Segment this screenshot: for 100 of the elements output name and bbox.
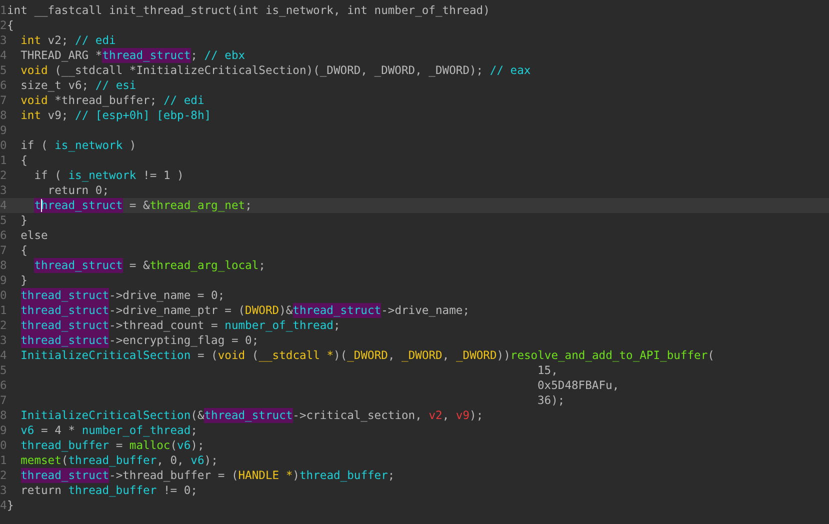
line-number: 6 (0, 78, 7, 93)
code-text: ; (190, 48, 198, 63)
code-text: ->drive_name = 0; (109, 288, 225, 303)
keyword: void (20, 93, 48, 108)
code-text: ( (170, 438, 178, 453)
code-text: ->thread_buffer = ( (109, 468, 238, 483)
line-number: 7 (0, 93, 7, 108)
identifier: v6 (20, 423, 34, 438)
code-text: , 0, (156, 453, 185, 468)
code-text: ) (128, 138, 136, 153)
function-name: malloc (129, 438, 170, 453)
line-number: 4 (0, 48, 7, 63)
line-number: 6 (0, 378, 7, 393)
comment: // ebx (204, 48, 246, 63)
line-number: 1 (0, 453, 7, 468)
variable: v2 (428, 408, 442, 423)
code-text: = 4 * (40, 423, 76, 438)
keyword: _DWORD (347, 348, 388, 363)
keyword: int (20, 33, 41, 48)
code-text: ->drive_name_ptr = ( (109, 303, 246, 318)
code-text: ( (61, 453, 68, 468)
line-number: 5 (0, 213, 7, 228)
code-text: return 0; (48, 183, 110, 198)
keyword: __stdcall * (258, 348, 334, 363)
code-text: ; (258, 258, 266, 273)
line-number: 2 (0, 18, 7, 33)
keyword: _DWORD (456, 348, 497, 363)
line-number: 8 (0, 258, 7, 273)
line-number: 0 (0, 438, 7, 453)
function-name: memset (20, 453, 62, 468)
highlighted-identifier: thread_struct (34, 258, 123, 273)
comment: // edi (75, 33, 116, 48)
line-number: 8 (0, 408, 7, 423)
highlighted-identifier: thread_struct (20, 333, 110, 348)
function-name: thread_arg_local (150, 258, 259, 273)
line-number: 3 (0, 183, 7, 198)
code-text: else (20, 228, 48, 243)
code-text: *thread_buffer; (54, 93, 158, 108)
code-text: THREAD_ARG * (20, 48, 102, 63)
line-number: 9 (0, 423, 7, 438)
code-text: , (442, 348, 450, 363)
code-text: return (20, 483, 62, 498)
highlighted-identifier: thread_struct (20, 468, 110, 483)
highlighted-identifier: thread_struct (102, 48, 191, 63)
code-text: { (7, 18, 14, 33)
code-text: )( (334, 348, 348, 363)
line-number: 4 (0, 348, 7, 363)
identifier: v6 (177, 438, 191, 453)
code-text: ->critical_section, (292, 408, 423, 423)
highlighted-identifier: thread_struct (20, 288, 110, 303)
code-text: = & (128, 198, 150, 213)
line-number: 3 (0, 483, 7, 498)
code-text: ; (245, 198, 252, 213)
code-text: != 1 ) (142, 168, 184, 183)
line-number: 7 (0, 243, 7, 258)
comment: // eax (490, 63, 531, 78)
identifier: number_of_thread (224, 318, 334, 333)
identifier: thread_buffer (68, 483, 157, 498)
code-text: { (20, 243, 28, 258)
code-text: ->drive_name; (381, 303, 470, 318)
code-text: if ( (34, 168, 62, 183)
code-text: ; (388, 468, 395, 483)
identifier: InitializeCriticalSection (20, 408, 191, 423)
code-text: ( (250, 348, 259, 363)
line-number: 1 (0, 3, 7, 18)
identifier: is_network (68, 168, 136, 183)
variable: v9 (456, 408, 470, 423)
line-number: 0 (0, 138, 7, 153)
code-text: )& (279, 303, 293, 318)
code-text: ); (470, 408, 484, 423)
line-number: 2 (0, 318, 7, 333)
code-text: , (388, 348, 396, 363)
identifier: thread_buffer (68, 453, 157, 468)
code-text: } (7, 498, 14, 513)
code-text: ( (708, 348, 714, 363)
line-number: 8 (0, 108, 7, 123)
function-name: thread_arg_net (150, 198, 246, 213)
identifier: InitializeCriticalSection (20, 348, 191, 363)
keyword: void (20, 63, 48, 78)
code-text: (& (190, 408, 204, 423)
line-number: 3 (0, 33, 7, 48)
code-text: } (20, 213, 28, 228)
code-text: 0x5D48FBAFu, (538, 378, 620, 393)
line-number: 2 (0, 468, 7, 483)
code-text: 15, (538, 363, 558, 378)
code-text: 36); (538, 393, 565, 408)
identifier: is_network (54, 138, 123, 153)
code-text: != 0; (162, 483, 198, 498)
code-text: ; (333, 318, 340, 333)
line-number: 3 (0, 333, 7, 348)
code-text: int __fastcall init_thread_struct(int is_network, int number_of_thread) (7, 3, 490, 18)
code-text: v9; (46, 108, 70, 123)
line-number: 5 (0, 363, 7, 378)
highlighted-identifier: thread_struct (20, 303, 110, 318)
identifier: thread_buffer (299, 468, 388, 483)
code-text: ->encrypting_flag = 0; (109, 333, 259, 348)
line-number: 5 (0, 63, 7, 78)
code-text: = & (128, 258, 150, 273)
line-number: 0 (0, 288, 7, 303)
identifier: thread_buffer (20, 438, 110, 453)
